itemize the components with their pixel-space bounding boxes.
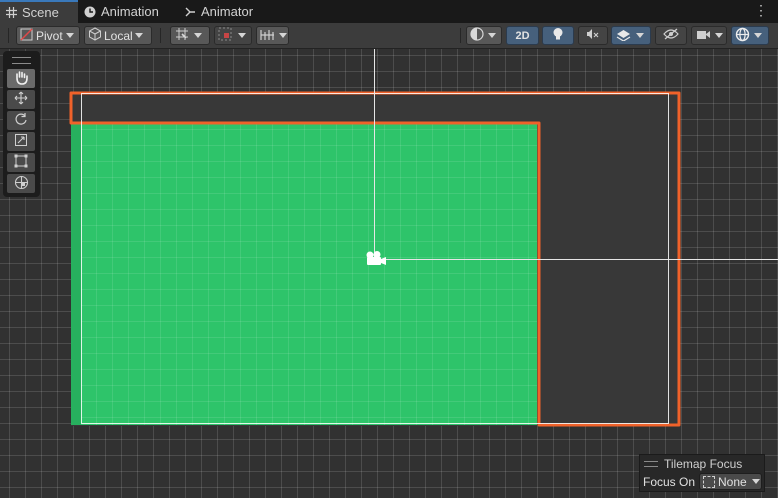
rotate-tool-button[interactable] <box>7 111 35 130</box>
shading-sphere-icon <box>470 27 484 44</box>
chevron-down-icon <box>238 33 246 38</box>
y-axis-line <box>374 49 375 260</box>
scene-visibility-toggle[interactable] <box>655 26 687 45</box>
chevron-down-icon <box>134 33 143 38</box>
effects-toggle[interactable] <box>611 26 651 45</box>
lighting-toggle[interactable] <box>542 26 574 45</box>
hand-tool-button[interactable] <box>7 69 35 88</box>
tilemap-focus-title: Tilemap Focus <box>664 457 743 471</box>
tilemap-focus-overlay: Tilemap Focus Focus On None <box>639 454 765 492</box>
increment-snapping-button[interactable] <box>214 26 252 45</box>
focus-on-label: Focus On <box>643 475 696 489</box>
toolbar-separator <box>8 28 9 43</box>
grid-snap-icon <box>175 27 189 44</box>
light-bulb-icon <box>552 27 564 44</box>
mode-2d-toggle[interactable]: 2D <box>506 26 539 45</box>
scene-viewport[interactable]: Tilemap Focus Focus On None <box>0 49 778 498</box>
focus-on-value: None <box>718 474 747 489</box>
scale-tool-button[interactable] <box>7 132 35 151</box>
pivot-toggle-button[interactable]: Pivot <box>16 26 80 45</box>
ruler-snapping-button[interactable] <box>256 26 289 45</box>
tab-animation-label: Animation <box>101 4 159 19</box>
x-axis-line <box>380 259 778 260</box>
animator-graph-icon <box>184 6 196 18</box>
camera-icon <box>696 29 711 43</box>
chevron-down-icon <box>754 33 762 38</box>
mode-2d-label: 2D <box>515 29 530 42</box>
chevron-down-icon <box>65 33 74 38</box>
rect-tool-button[interactable] <box>7 153 35 172</box>
scale-icon <box>14 133 28 150</box>
gizmos-toggle[interactable] <box>731 26 769 45</box>
toolbar-separator <box>160 28 161 43</box>
pivot-label: Pivot <box>36 28 63 43</box>
tab-bar: Scene Animation Animator ⋮ <box>0 0 778 24</box>
move-tool-button[interactable] <box>7 90 35 109</box>
audio-toggle[interactable] <box>578 26 608 45</box>
local-cube-icon <box>88 27 102 44</box>
audio-muted-icon <box>586 28 600 43</box>
dashed-box-icon <box>703 475 715 488</box>
move-arrows-icon <box>14 91 28 108</box>
rect-transform-icon <box>14 154 28 171</box>
more-options-icon[interactable]: ⋮ <box>754 2 768 19</box>
hand-icon <box>14 70 28 88</box>
chevron-down-icon <box>279 33 287 38</box>
gizmo-globe-icon <box>735 27 750 45</box>
tab-animator[interactable]: Animator <box>184 0 253 23</box>
overlay-drag-handle[interactable] <box>12 57 31 64</box>
chevron-down-icon <box>636 33 644 38</box>
eye-hidden-icon <box>663 28 679 43</box>
camera-gizmo-icon[interactable] <box>365 250 387 271</box>
tools-overlay <box>3 51 40 197</box>
space-toggle-button[interactable]: Local <box>84 26 152 45</box>
focus-on-dropdown[interactable]: None <box>699 473 762 490</box>
chevron-down-icon <box>194 33 202 38</box>
chevron-down-icon <box>715 33 723 38</box>
increment-snap-icon <box>218 27 232 44</box>
tilemap-focus-header: Tilemap Focus <box>644 457 742 471</box>
scene-toolbar: Pivot Local 2D <box>0 23 778 49</box>
toolbar-separator <box>460 28 461 43</box>
shading-mode-button[interactable] <box>466 26 502 45</box>
chevron-down-icon <box>488 33 496 38</box>
camera-settings-button[interactable] <box>691 26 727 45</box>
effects-layers-icon <box>616 28 631 44</box>
grid-icon <box>6 7 17 18</box>
clock-icon <box>84 6 96 18</box>
transform-globe-icon <box>14 175 29 193</box>
transform-tool-button[interactable] <box>7 174 35 193</box>
pivot-icon <box>20 27 33 44</box>
tab-scene[interactable]: Scene <box>0 0 78 23</box>
grid-snapping-button[interactable] <box>170 26 210 45</box>
tab-animator-label: Animator <box>201 4 254 19</box>
drag-handle-icon[interactable] <box>644 461 658 467</box>
rotate-icon <box>14 112 28 129</box>
ruler-icon <box>260 28 275 44</box>
tab-animation[interactable]: Animation <box>84 0 159 23</box>
chevron-down-icon <box>751 479 760 484</box>
tab-scene-label: Scene <box>22 5 59 20</box>
space-label: Local <box>104 28 133 43</box>
